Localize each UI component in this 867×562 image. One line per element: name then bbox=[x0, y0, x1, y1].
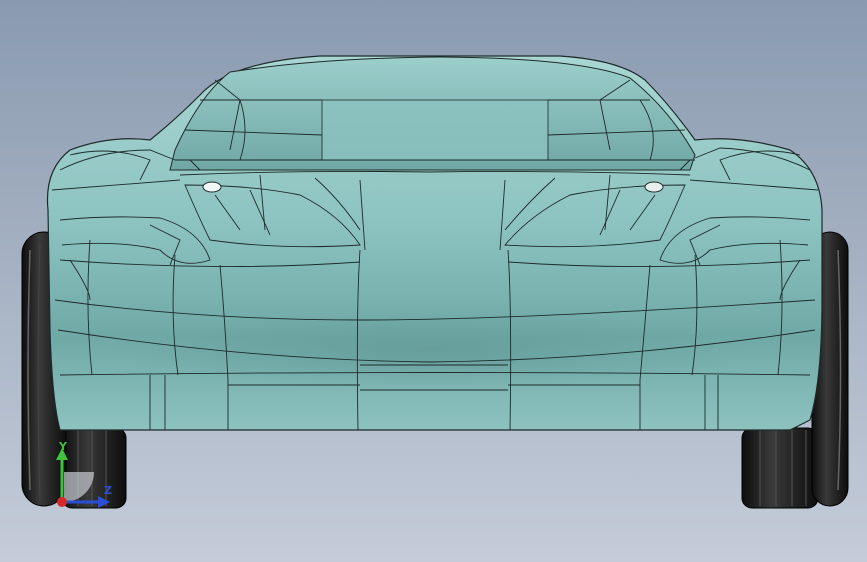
z-axis-label: Z bbox=[104, 484, 112, 497]
coordinate-triad: Y Z bbox=[50, 438, 120, 508]
z-axis-arrow bbox=[98, 496, 110, 508]
graphics-viewport[interactable]: Y Z bbox=[0, 0, 867, 562]
right-rear-tire bbox=[741, 427, 819, 509]
x-axis-dot bbox=[57, 497, 67, 507]
car-model-3d[interactable] bbox=[0, 0, 867, 562]
y-axis-label: Y bbox=[59, 440, 67, 453]
